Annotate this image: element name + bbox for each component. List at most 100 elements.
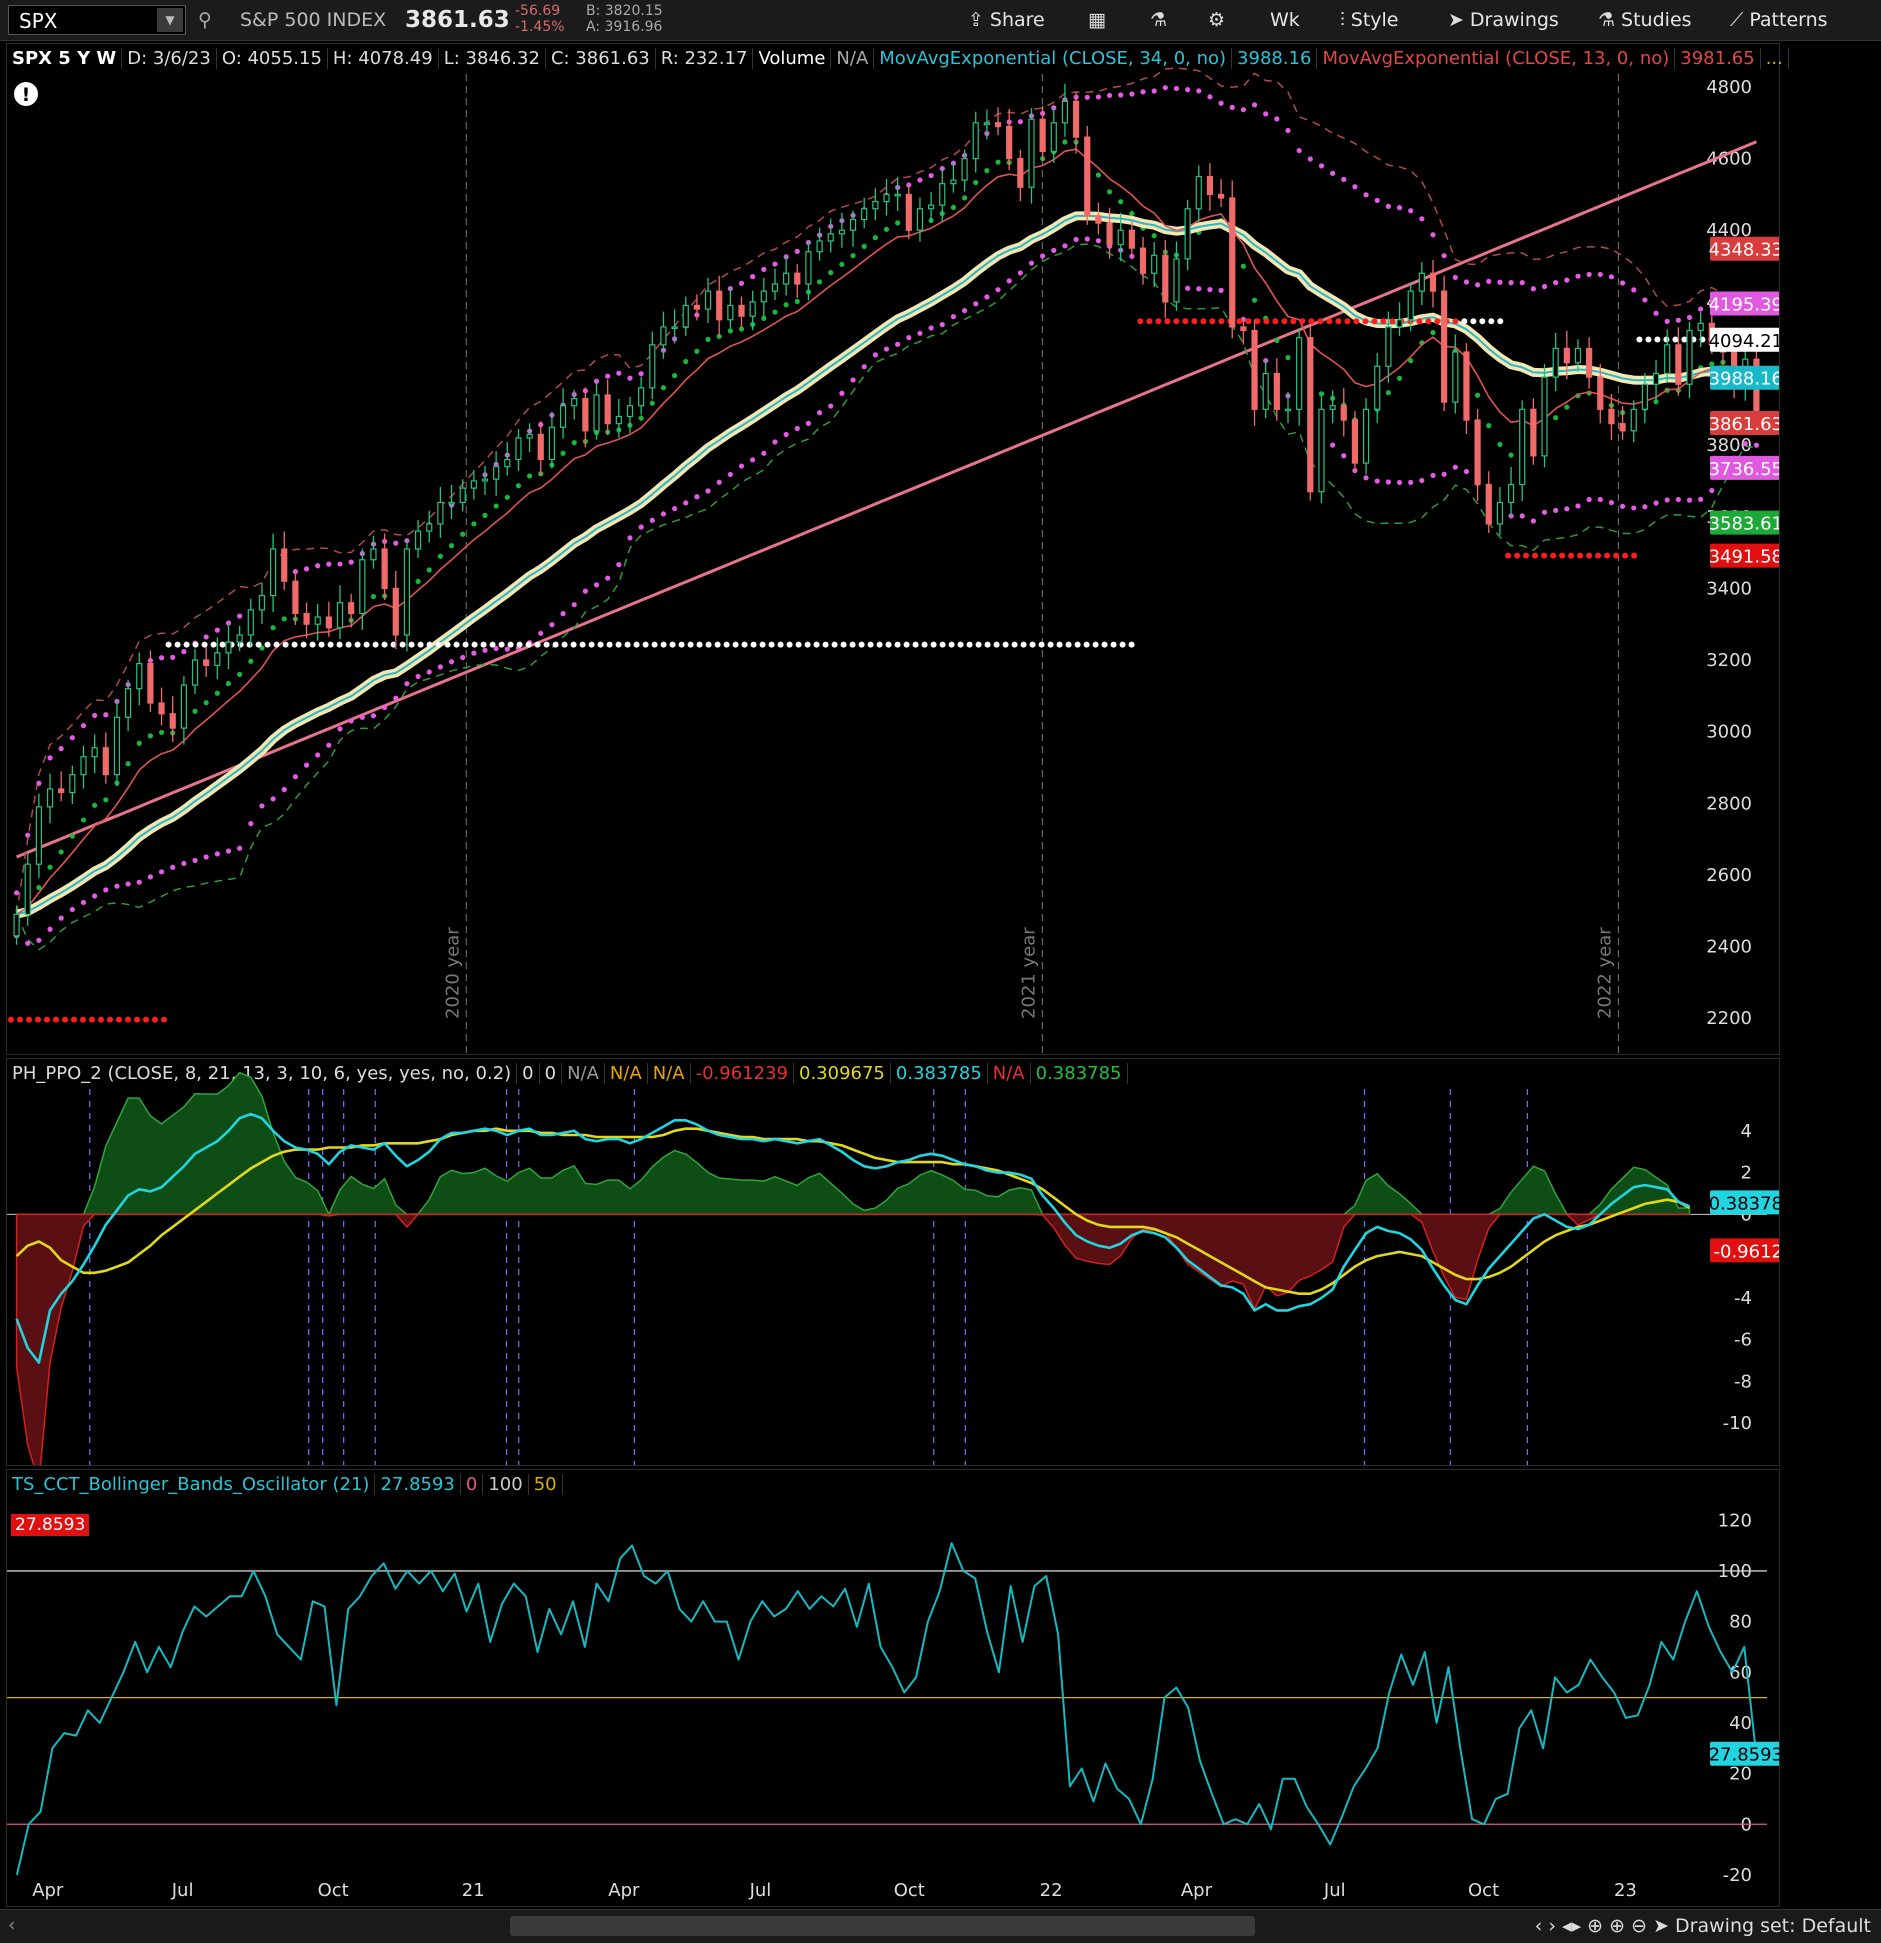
level-dot — [1371, 318, 1378, 325]
green-trail-dot — [1285, 354, 1291, 361]
level-dot — [957, 641, 964, 648]
ppo-label-text: -0.9612 — [1714, 1241, 1779, 1262]
level-dot — [606, 641, 613, 648]
candle-body — [191, 659, 199, 686]
keltner-upper-dot — [315, 563, 321, 569]
level-dot — [813, 641, 820, 648]
green-trail-dot — [1475, 392, 1481, 398]
candle-body — [1006, 125, 1013, 160]
bbo-y-tick: 80 — [1729, 1612, 1752, 1633]
candle-body — [1530, 408, 1537, 457]
flask-button[interactable]: ⚗ — [1150, 0, 1173, 40]
level-dot — [116, 1016, 122, 1023]
candle-body — [1139, 247, 1147, 274]
candle-body — [348, 602, 355, 615]
zoom-in-icon[interactable]: ⊕ — [1609, 1915, 1625, 1937]
time-axis-label: 21 — [462, 1880, 485, 1901]
keltner-lower-dot — [1419, 477, 1425, 484]
level-dot — [264, 641, 271, 648]
share-button[interactable]: ⇪ Share — [968, 0, 1045, 40]
studies-button[interactable]: ⚗ Studies — [1598, 0, 1692, 40]
candle-body — [13, 913, 20, 937]
level-dot — [1236, 318, 1243, 325]
keltner-lower-dot — [80, 899, 87, 906]
green-trail-dot — [950, 204, 957, 211]
level-dot — [62, 1016, 68, 1023]
year-marker-label: 2022 year — [1594, 927, 1615, 1019]
layout-button[interactable]: ▦ — [1088, 0, 1112, 40]
symbol-link-icon[interactable]: ⚲ — [198, 0, 212, 40]
candle-body — [180, 684, 187, 729]
bbo-pane[interactable]: TS_CCT_Bollinger_Bands_Oscillator (21) 27… — [6, 1469, 1780, 1907]
keltner-lower-dot — [605, 575, 611, 581]
level-dot — [1119, 641, 1126, 648]
candle-body — [1507, 483, 1515, 504]
level-dot — [1191, 318, 1198, 325]
keltner-lower-dot — [895, 341, 901, 347]
price-pane[interactable]: SPX 5 Y W D: 3/6/23 O: 4055.15 H: 4078.49 L:… — [6, 43, 1789, 1055]
keltner-lower-dot — [103, 887, 109, 893]
green-trail-dot — [125, 761, 131, 767]
flask-icon: ⚗ — [1150, 9, 1168, 31]
scroll-left-icon[interactable]: ‹ — [8, 1914, 16, 1936]
price-y-tick: 3000 — [1706, 722, 1752, 743]
keltner-lower-dot — [1564, 506, 1570, 512]
keltner-upper-dot — [1441, 253, 1447, 259]
green-trail-dot — [984, 168, 990, 174]
level-dot — [1344, 318, 1351, 325]
green-trail-dot — [671, 373, 678, 379]
ema34-line — [16, 214, 1757, 916]
scrollbar-thumb[interactable] — [510, 1916, 1255, 1936]
pointer-icon[interactable]: ➤ — [1653, 1915, 1669, 1937]
scroll-right-icon[interactable]: ‹ › — [1535, 1915, 1556, 1937]
green-trail-dot — [1396, 375, 1403, 381]
level-dot — [1317, 318, 1324, 325]
candle-body — [258, 594, 266, 611]
green-trail-dot — [649, 400, 655, 406]
level-dot — [336, 641, 343, 648]
keltner-lower-dot — [1017, 270, 1023, 276]
symbol-input[interactable]: SPX ▼ — [8, 5, 186, 35]
level-dot — [1595, 552, 1602, 559]
green-trail-dot — [192, 708, 198, 714]
crosshair-icon[interactable]: ⊕ — [1587, 1915, 1603, 1937]
timeframe-button[interactable]: Wk — [1270, 0, 1300, 40]
patterns-button[interactable]: ⟋ Patterns — [1730, 0, 1828, 40]
settings-button[interactable]: ⚙ — [1208, 0, 1231, 40]
keltner-upper-dot — [1207, 94, 1213, 100]
keltner-upper-dot — [1475, 282, 1481, 288]
keltner-upper-dot — [1240, 107, 1246, 113]
keltner-upper-dot — [627, 375, 633, 381]
green-trail-dot — [248, 658, 254, 664]
keltner-upper-dot — [1274, 116, 1280, 122]
keltner-upper-dot — [761, 266, 767, 273]
keltner-lower-dot — [1196, 286, 1202, 292]
fit-icon[interactable]: ◂▸ — [1562, 1915, 1581, 1937]
level-dot — [44, 1016, 50, 1023]
green-trail-dot — [660, 385, 667, 391]
candle-body — [916, 208, 924, 231]
keltner-upper-dot — [1396, 205, 1403, 211]
green-trail-dot — [225, 680, 232, 687]
candle-body — [1262, 372, 1269, 410]
drawing-set[interactable]: Drawing set: Default — [1675, 1915, 1871, 1937]
drawings-button[interactable]: ➤ Drawings — [1448, 0, 1559, 40]
candle-body — [1597, 376, 1604, 410]
level-dot — [750, 641, 757, 648]
candle-body — [236, 634, 243, 643]
keltner-lower-dot — [1363, 475, 1369, 481]
style-button[interactable]: ⫶ Style — [1340, 0, 1399, 40]
candle-body — [1184, 208, 1191, 260]
keltner-lower-dot — [1619, 503, 1626, 509]
green-trail-dot — [281, 616, 287, 622]
time-scrollbar[interactable]: ‹ ‹ › ◂▸ ⊕ ⊕ ⊖ ➤ Drawing set: Default — [0, 1909, 1881, 1943]
keltner-lower-dot — [181, 860, 187, 867]
ppo-pane[interactable]: PH_PPO_2 (CLOSE, 8, 21, 13, 3, 10, 6, ye… — [6, 1058, 1780, 1466]
level-dot — [1523, 552, 1530, 559]
level-dot — [1577, 552, 1584, 559]
candle-body — [1686, 329, 1693, 385]
symbol-dropdown-icon[interactable]: ▼ — [157, 8, 183, 32]
level-dot — [1663, 336, 1670, 343]
keltner-upper-dot — [1385, 203, 1391, 209]
zoom-out-icon[interactable]: ⊖ — [1631, 1915, 1647, 1937]
